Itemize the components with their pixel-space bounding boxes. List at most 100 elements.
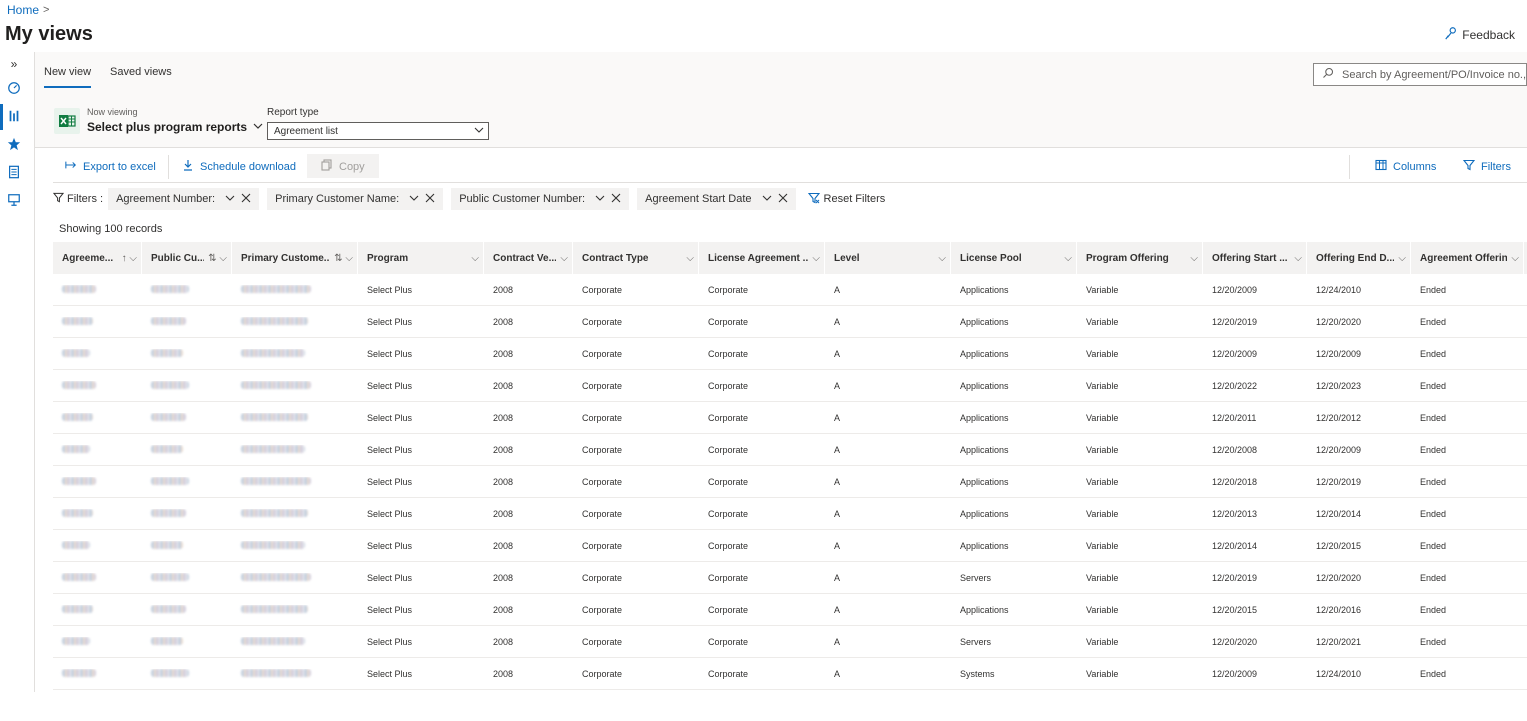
sort-chevron-icon[interactable]: ⇅ ⌵ [208,253,227,264]
column-header[interactable]: Program Offering ⌵ [1077,242,1203,274]
filter-chip-agreement-number[interactable]: Agreement Number: [108,188,260,210]
redacted-cell [232,540,358,551]
search-input[interactable]: Search by Agreement/PO/Invoice no., ... [1313,63,1527,86]
table-cell: Select Plus [367,444,413,455]
tab-saved-views[interactable]: Saved views [110,66,172,86]
sort-chevron-icon[interactable]: ⌵ [1190,253,1198,264]
filters-button[interactable]: Filters [1462,159,1511,174]
filter-chip-agreement-start-date[interactable]: Agreement Start Date [637,188,796,210]
breadcrumb-home[interactable]: Home [7,3,39,17]
copy-icon [321,159,333,174]
table-cell: Corporate [582,348,623,359]
column-header[interactable]: Agreement Offering...⌵ [1411,242,1524,274]
column-header[interactable]: Primary Custome... ⇅ ⌵ [232,242,358,274]
table-cell: Select Plus [367,572,413,583]
close-icon[interactable] [611,193,621,206]
toolbar-divider [168,155,169,179]
sort-chevron-icon[interactable]: ⌵ [1511,253,1519,264]
sort-chevron-icon[interactable]: ⌵ [812,253,820,264]
redacted-value [241,604,308,613]
table-row[interactable]: Select Plus 2008 Corporate Corporate A Server… [53,626,1527,658]
sort-chevron-icon[interactable]: ↑ ⌵ [122,253,137,264]
table-row[interactable]: Select Plus 2008 Corporate Corporate A Applic… [53,370,1527,402]
redacted-value [151,476,189,485]
table-cell: 12/20/2021 [1316,636,1362,647]
filter-funnel-icon [52,192,65,206]
sort-chevron-icon[interactable]: ⌵ [938,253,946,264]
redacted-value [62,604,93,613]
dashboard-icon[interactable] [6,80,22,96]
tab-new-view[interactable]: New view [44,66,92,88]
table-cell: Variable [1086,348,1119,359]
table-row[interactable]: Select Plus 2008 Corporate Corporate A Applic… [53,338,1527,370]
document-icon[interactable] [6,164,22,180]
filters-label: Filters [1481,160,1511,173]
now-viewing-dropdown[interactable]: Select plus program reports [87,120,263,134]
columns-button[interactable]: Columns [1375,159,1436,174]
table-row[interactable]: Select Plus 2008 Corporate Corporate A System… [53,658,1527,690]
table-cell: Corporate [708,636,749,647]
table-row[interactable]: Select Plus 2008 Corporate Corporate A Applic… [53,498,1527,530]
chevron-down-icon[interactable] [595,193,605,206]
reset-filters-button[interactable]: Reset Filters [807,192,886,207]
column-header[interactable]: Offering Start ... ⌵ [1203,242,1307,274]
column-header[interactable]: Program ⌵ [358,242,484,274]
copy-button[interactable]: Copy [321,159,365,174]
chevron-down-icon[interactable] [762,193,772,206]
table-row[interactable]: Select Plus 2008 Corporate Corporate A Applic… [53,402,1527,434]
column-header[interactable]: Level ⌵ [825,242,951,274]
redacted-value [62,348,90,357]
favorites-star-icon[interactable] [6,136,22,152]
table-cell: A [834,476,841,487]
column-header[interactable]: Public Cu... ⇅ ⌵ [142,242,232,274]
redacted-value [241,540,305,549]
table-row[interactable]: Select Plus 2008 Corporate Corporate A Applic… [53,306,1527,338]
reset-filters-label: Reset Filters [823,193,886,205]
column-header[interactable]: Agreeme... ↑ ⌵ [53,242,142,274]
table-cell: Variable [1086,380,1119,391]
sort-chevron-icon[interactable]: ⌵ [560,253,568,264]
sort-chevron-icon[interactable]: ⌵ [1398,253,1406,264]
reports-icon[interactable] [6,108,22,124]
chevron-down-icon[interactable] [225,193,235,206]
filter-chip-primary-customer-name[interactable]: Primary Customer Name: [267,188,444,210]
table-row[interactable]: Select Plus 2008 Corporate Corporate A Applic… [53,530,1527,562]
redacted-cell [232,508,358,519]
table-row[interactable]: Select Plus 2008 Corporate Corporate A Applic… [53,466,1527,498]
redacted-cell [53,348,142,359]
table-cell: A [834,348,841,359]
sort-chevron-icon[interactable]: ⌵ [1294,253,1302,264]
table-cell: Variable [1086,316,1119,327]
table-cell: Variable [1086,476,1119,487]
search-icon [1322,67,1334,82]
column-header[interactable]: Contract Ve... ⌵ [484,242,573,274]
sort-chevron-icon[interactable]: ⇅ ⌵ [334,253,353,264]
table-row[interactable]: Select Plus 2008 Corporate Corporate A Applic… [53,274,1527,306]
table-row[interactable]: Select Plus 2008 Corporate Corporate A Applic… [53,594,1527,626]
column-header[interactable]: Offering End D... ⌵ [1307,242,1411,274]
feedback-button[interactable]: Feedback [1444,26,1515,43]
redacted-value [151,668,189,677]
table-cell: 12/20/2020 [1212,636,1258,647]
export-to-excel-button[interactable]: Export to excel [65,159,156,174]
filter-chip-public-customer-number[interactable]: Public Customer Number: [451,188,630,210]
expand-rail-button[interactable]: » [6,56,22,72]
redacted-value [62,380,96,389]
report-type-select[interactable]: Agreement list [267,122,489,140]
table-row[interactable]: Select Plus 2008 Corporate Corporate A Server… [53,562,1527,594]
column-header[interactable]: License Agreement ... ⌵ [699,242,825,274]
column-header[interactable]: Contract Type ⌵ [573,242,699,274]
schedule-download-button[interactable]: Schedule download [182,159,296,174]
close-icon[interactable] [241,193,251,206]
presentation-icon[interactable] [6,192,22,208]
table-row[interactable]: Select Plus 2008 Corporate Corporate A Applic… [53,434,1527,466]
sort-chevron-icon[interactable]: ⌵ [686,253,694,264]
column-header[interactable]: License Pool ⌵ [951,242,1077,274]
redacted-value [151,604,186,613]
table-cell: Variable [1086,572,1119,583]
close-icon[interactable] [425,193,435,206]
sort-chevron-icon[interactable]: ⌵ [471,253,479,264]
chevron-down-icon[interactable] [409,193,419,206]
close-icon[interactable] [778,193,788,206]
sort-chevron-icon[interactable]: ⌵ [1064,253,1072,264]
